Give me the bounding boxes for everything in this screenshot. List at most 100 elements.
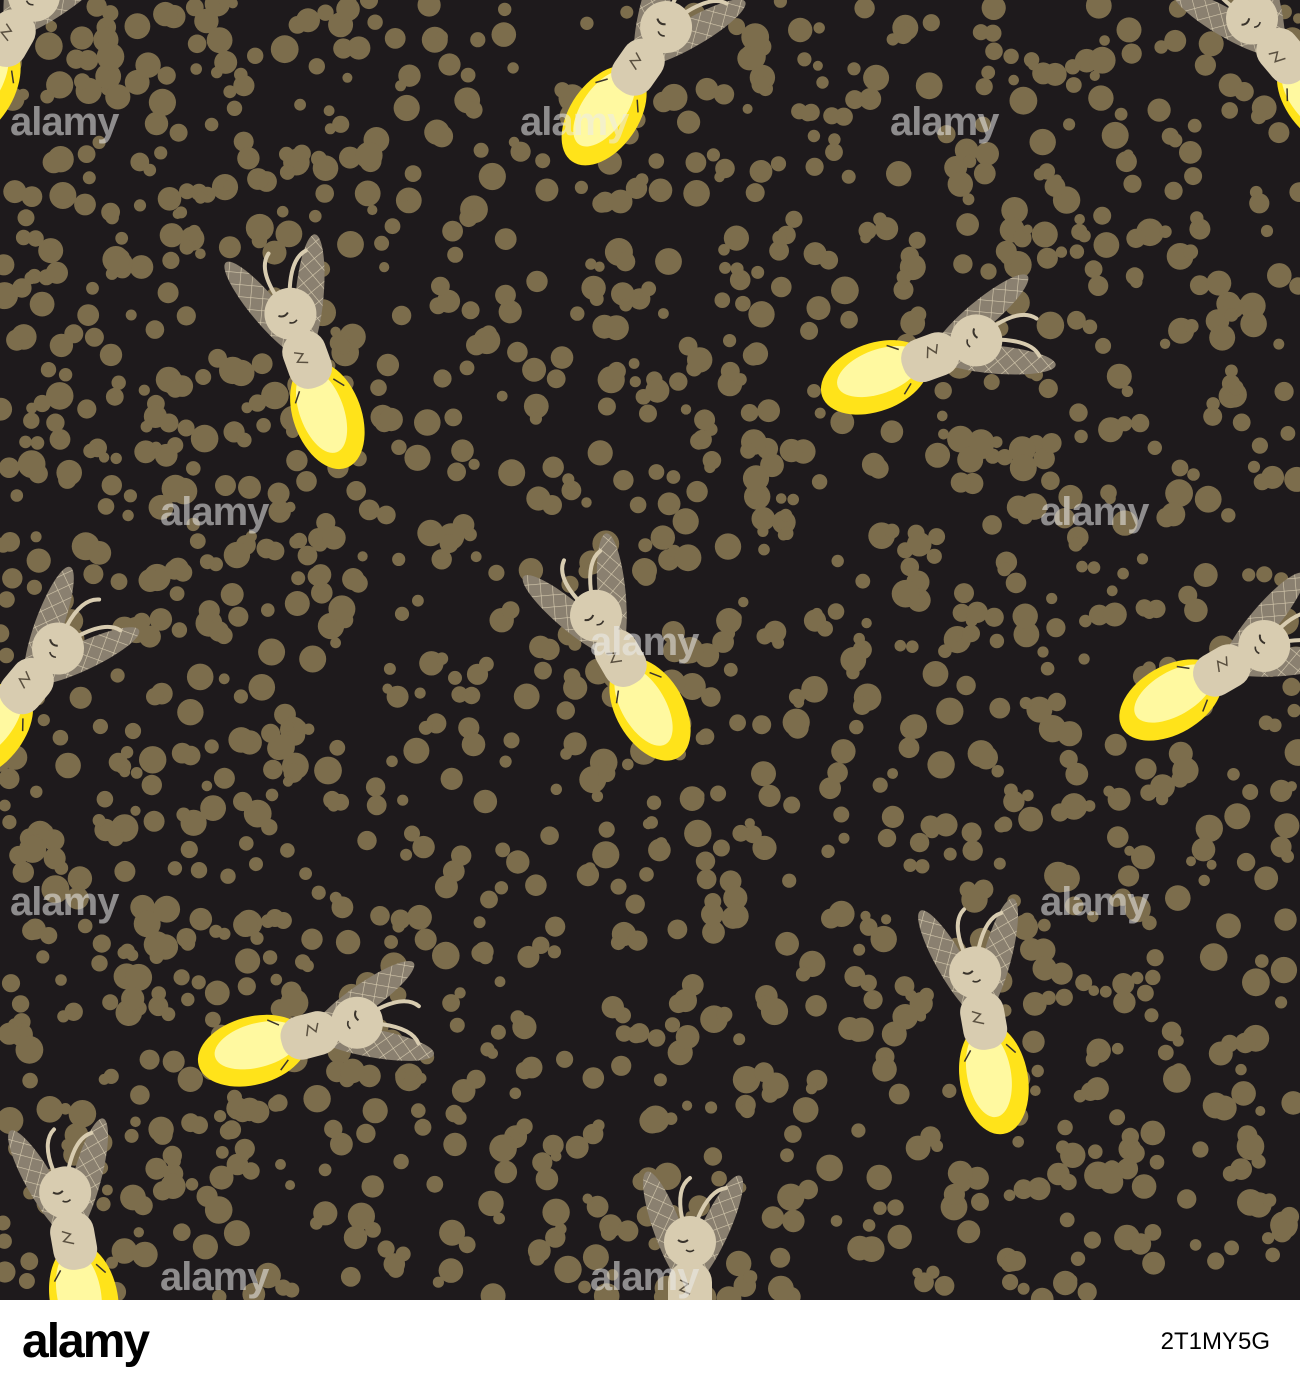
polka-dot [648,464,665,480]
polka-dot [655,248,682,275]
polka-dot [46,413,65,432]
polka-dot [445,1104,464,1123]
polka-dot [86,281,99,295]
polka-dot [1115,151,1137,173]
polka-dot [1114,1224,1140,1251]
polka-dot [92,718,108,735]
polka-dot [737,46,762,71]
polka-dot [1020,493,1048,520]
polka-dot [510,141,531,162]
polka-dot [376,353,400,377]
polka-dot [488,564,505,581]
polka-dot [742,103,753,114]
polka-dot [1121,43,1142,64]
polka-dot [466,663,489,685]
polka-dot [451,1079,476,1103]
polka-dot [233,912,258,937]
polka-dot [473,142,489,158]
polka-dot [1111,1042,1124,1055]
polka-dot [690,432,708,450]
polka-dot [900,557,920,577]
polka-dot [936,697,964,725]
polka-dot [542,495,562,515]
polka-dot [1172,757,1199,784]
polka-dot [366,795,387,816]
polka-dot [1107,826,1129,848]
polka-dot [383,1253,406,1275]
polka-dot [1046,592,1058,605]
polka-dot [674,544,702,572]
polka-dot [1085,1051,1101,1067]
polka-dot [1206,270,1232,296]
polka-dot [1146,949,1164,967]
polka-dot [1154,40,1168,54]
polka-dot [293,720,307,733]
polka-dot [853,943,866,956]
polka-dot [161,474,190,503]
polka-dot [816,76,829,89]
polka-dot [1206,859,1217,870]
polka-dot [1068,537,1084,552]
polka-dot [938,644,952,658]
polka-dot [55,752,81,779]
polka-dot [235,948,261,974]
polka-dot [1189,1239,1202,1251]
polka-dot [215,1146,229,1159]
polka-dot [249,857,263,872]
polka-dot [863,64,890,91]
polka-dot [888,1083,910,1105]
polka-dot [973,879,994,900]
polka-dot [1083,1231,1101,1249]
polka-dot [1195,814,1224,843]
polka-dot [761,1206,785,1229]
polka-dot [733,1033,746,1046]
polka-dot [176,306,196,326]
polka-dot [171,742,193,764]
polka-dot [218,236,241,259]
polka-dot [318,1163,332,1177]
polka-dot [587,440,613,466]
polka-dot [803,242,827,266]
polka-dot [1078,653,1090,665]
polka-dot [1224,803,1251,830]
polka-dot [270,973,283,986]
polka-dot [1017,1282,1030,1295]
polka-dot [1088,1144,1103,1159]
polka-dot [556,1050,574,1068]
polka-dot [582,1067,605,1089]
polka-dot [74,73,91,90]
polka-dot [451,439,474,463]
polka-dot [730,262,744,276]
polka-dot [953,254,973,274]
polka-dot [1069,403,1088,422]
polka-dot [393,1153,409,1170]
polka-dot [748,301,775,328]
polka-dot [418,720,433,735]
polka-dot [1012,1136,1024,1148]
polka-dot [948,626,963,642]
polka-dot [6,329,28,351]
polka-dot [314,756,342,785]
polka-dot [1003,48,1019,64]
polka-dot [49,182,77,209]
polka-dot [415,1072,427,1084]
polka-dot [840,310,858,329]
polka-dot [143,810,165,832]
polka-dot [1186,856,1196,867]
polka-dot [581,275,606,301]
polka-dot [838,832,850,844]
polka-dot [133,1195,153,1216]
polka-dot [275,1159,286,1170]
polka-dot [1057,1119,1073,1136]
polka-dot [1046,618,1066,638]
polka-dot [1117,567,1129,580]
polka-dot [1003,790,1025,813]
polka-dot [367,204,378,216]
polka-dot [162,1145,182,1166]
polka-dot [491,22,517,47]
polka-dot [480,1042,495,1057]
polka-dot [556,701,575,720]
polka-dot [772,230,787,246]
polka-dot [738,596,749,608]
polka-dot [915,72,943,100]
